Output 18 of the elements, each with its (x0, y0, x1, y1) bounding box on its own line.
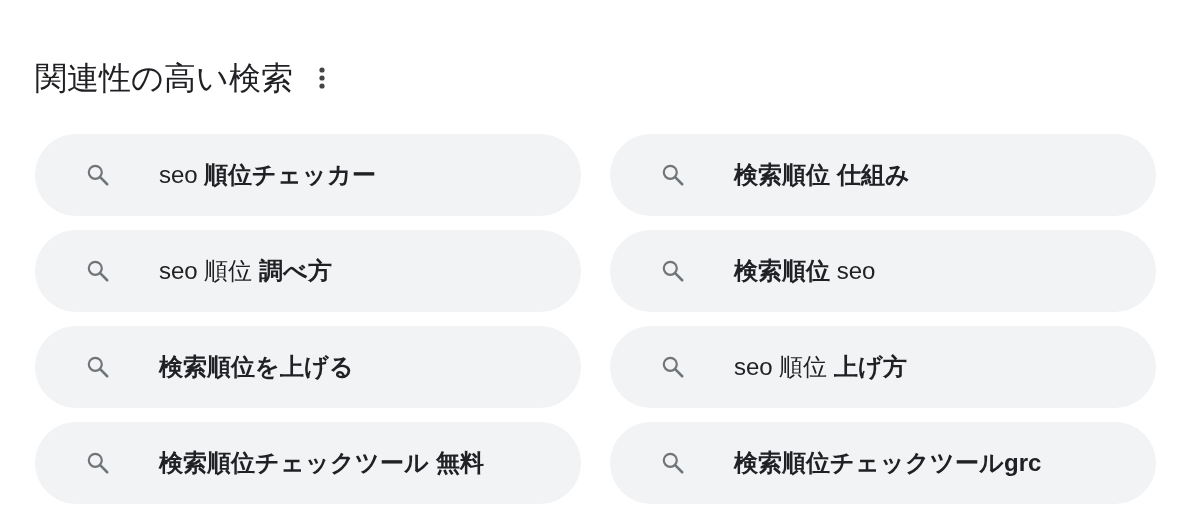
section-heading: 関連性の高い検索 (35, 62, 293, 94)
search-icon (660, 450, 686, 476)
related-search-chip[interactable]: 検索順位を上げる (35, 326, 581, 408)
related-search-chip[interactable]: seo 順位チェッカー (35, 134, 581, 216)
search-icon (660, 258, 686, 284)
related-search-chip[interactable]: 検索順位チェックツール 無料 (35, 422, 581, 504)
related-search-chip[interactable]: seo 順位 上げ方 (610, 326, 1156, 408)
search-icon (85, 258, 111, 284)
search-icon (85, 354, 111, 380)
related-search-chip[interactable]: 検索順位チェックツールgrc (610, 422, 1156, 504)
related-search-chip[interactable]: 検索順位 seo (610, 230, 1156, 312)
search-icon (85, 450, 111, 476)
search-icon (85, 162, 111, 188)
related-search-chip[interactable]: seo 順位 調べ方 (35, 230, 581, 312)
related-search-chip[interactable]: 検索順位 仕組み (610, 134, 1156, 216)
search-icon (660, 162, 686, 188)
search-icon (660, 354, 686, 380)
more-options-icon[interactable] (319, 67, 325, 89)
